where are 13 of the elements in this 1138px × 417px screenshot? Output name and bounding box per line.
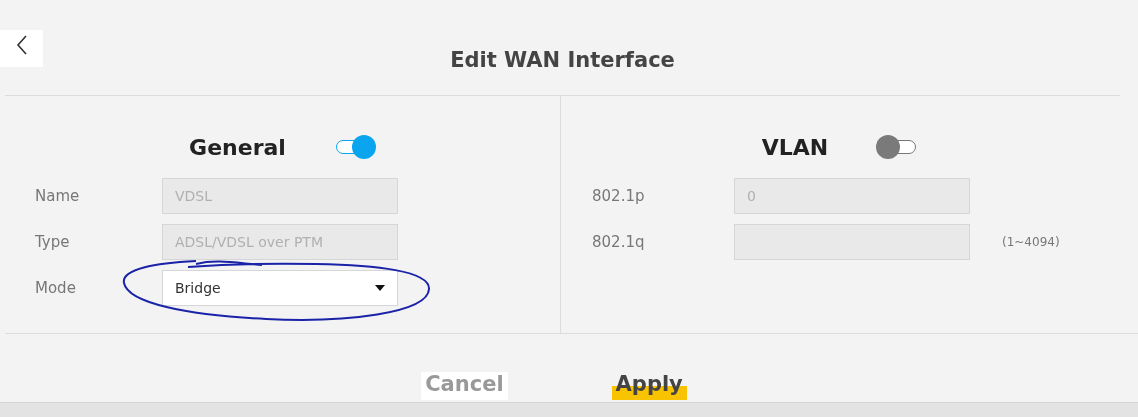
select-field[interactable]: Bridge (162, 270, 398, 306)
cancel-button[interactable]: Cancel (421, 372, 508, 400)
section-title: VLAN (761, 134, 829, 160)
section-title: General (189, 134, 286, 160)
field-label: Type (34, 233, 71, 251)
field-label: Mode (34, 279, 77, 297)
field-label: Name (34, 187, 81, 205)
field-label: 802.1q (591, 233, 646, 251)
back-button[interactable] (0, 30, 43, 67)
range-hint: (1~4094) (1002, 235, 1060, 249)
dropdown-caret-icon (375, 285, 385, 291)
page-title: Edit WAN Interface (450, 47, 675, 72)
field-label: 802.1p (591, 187, 646, 205)
